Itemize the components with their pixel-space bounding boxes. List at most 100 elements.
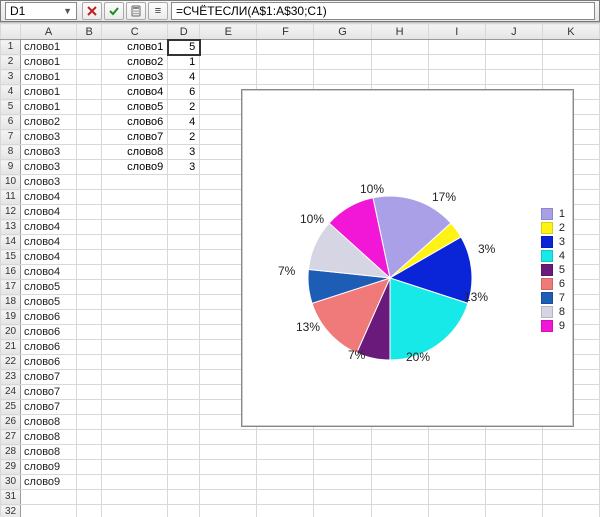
row-header[interactable]: 10: [1, 175, 21, 190]
cell-D29[interactable]: [168, 460, 200, 475]
cell-A20[interactable]: слово6: [21, 325, 77, 340]
cell-A8[interactable]: слово3: [21, 145, 77, 160]
cell-J32[interactable]: [485, 505, 542, 517]
row-header[interactable]: 21: [1, 340, 21, 355]
cell-B18[interactable]: [77, 295, 102, 310]
cell-B8[interactable]: [77, 145, 102, 160]
cell-A3[interactable]: слово1: [21, 70, 77, 85]
cell-C31[interactable]: [102, 490, 168, 505]
cell-B26[interactable]: [77, 415, 102, 430]
col-header-D[interactable]: D: [168, 24, 200, 40]
cell-I28[interactable]: [428, 445, 485, 460]
row-header[interactable]: 6: [1, 115, 21, 130]
cell-A7[interactable]: слово3: [21, 130, 77, 145]
cell-D1[interactable]: 5: [168, 40, 200, 55]
row-header[interactable]: 23: [1, 370, 21, 385]
cell-E29[interactable]: [200, 460, 257, 475]
cell-A6[interactable]: слово2: [21, 115, 77, 130]
cell-D6[interactable]: 4: [168, 115, 200, 130]
cell-I27[interactable]: [428, 430, 485, 445]
cell-B12[interactable]: [77, 205, 102, 220]
cell-H28[interactable]: [371, 445, 428, 460]
cell-F29[interactable]: [257, 460, 314, 475]
cell-I32[interactable]: [428, 505, 485, 517]
row-header[interactable]: 5: [1, 100, 21, 115]
cell-C13[interactable]: [102, 220, 168, 235]
cell-C27[interactable]: [102, 430, 168, 445]
cell-C9[interactable]: слово9: [102, 160, 168, 175]
cell-D9[interactable]: 3: [168, 160, 200, 175]
row-header[interactable]: 15: [1, 250, 21, 265]
cell-D20[interactable]: [168, 325, 200, 340]
col-header-E[interactable]: E: [200, 24, 257, 40]
cell-C21[interactable]: [102, 340, 168, 355]
cell-B6[interactable]: [77, 115, 102, 130]
cell-J3[interactable]: [485, 70, 542, 85]
cell-E28[interactable]: [200, 445, 257, 460]
row-header[interactable]: 25: [1, 400, 21, 415]
cell-C25[interactable]: [102, 400, 168, 415]
cell-C32[interactable]: [102, 505, 168, 517]
cell-D15[interactable]: [168, 250, 200, 265]
cell-I1[interactable]: [428, 40, 485, 55]
cell-C19[interactable]: [102, 310, 168, 325]
cell-C5[interactable]: слово5: [102, 100, 168, 115]
cell-J29[interactable]: [485, 460, 542, 475]
cell-B28[interactable]: [77, 445, 102, 460]
cell-C3[interactable]: слово3: [102, 70, 168, 85]
cell-A2[interactable]: слово1: [21, 55, 77, 70]
cell-I31[interactable]: [428, 490, 485, 505]
row-header[interactable]: 29: [1, 460, 21, 475]
cell-I3[interactable]: [428, 70, 485, 85]
cell-B3[interactable]: [77, 70, 102, 85]
col-header-H[interactable]: H: [371, 24, 428, 40]
cell-F1[interactable]: [257, 40, 314, 55]
cell-A27[interactable]: слово8: [21, 430, 77, 445]
pie-chart[interactable]: 123456789 17% 3% 13% 20% 7% 13% 7% 10% 1…: [241, 89, 574, 427]
cell-B5[interactable]: [77, 100, 102, 115]
formula-field[interactable]: [176, 4, 590, 18]
cell-K2[interactable]: [542, 55, 599, 70]
row-header[interactable]: 32: [1, 505, 21, 517]
cell-B31[interactable]: [77, 490, 102, 505]
cell-A16[interactable]: слово4: [21, 265, 77, 280]
row-header[interactable]: 20: [1, 325, 21, 340]
cell-F32[interactable]: [257, 505, 314, 517]
function-button[interactable]: ≡: [148, 2, 168, 20]
formula-input[interactable]: [171, 2, 595, 20]
cell-F30[interactable]: [257, 475, 314, 490]
row-header[interactable]: 30: [1, 475, 21, 490]
cell-K29[interactable]: [542, 460, 599, 475]
cell-J28[interactable]: [485, 445, 542, 460]
cell-A29[interactable]: слово9: [21, 460, 77, 475]
cell-E32[interactable]: [200, 505, 257, 517]
cell-H32[interactable]: [371, 505, 428, 517]
row-header[interactable]: 28: [1, 445, 21, 460]
cell-D31[interactable]: [168, 490, 200, 505]
cell-B27[interactable]: [77, 430, 102, 445]
cell-D26[interactable]: [168, 415, 200, 430]
cell-E2[interactable]: [200, 55, 257, 70]
cell-B21[interactable]: [77, 340, 102, 355]
cell-A24[interactable]: слово7: [21, 385, 77, 400]
cell-G3[interactable]: [314, 70, 371, 85]
cell-E1[interactable]: [200, 40, 257, 55]
cell-A26[interactable]: слово8: [21, 415, 77, 430]
cell-B7[interactable]: [77, 130, 102, 145]
cell-C20[interactable]: [102, 325, 168, 340]
cell-A18[interactable]: слово5: [21, 295, 77, 310]
cancel-button[interactable]: [82, 2, 102, 20]
row-header[interactable]: 24: [1, 385, 21, 400]
cell-K31[interactable]: [542, 490, 599, 505]
cell-E3[interactable]: [200, 70, 257, 85]
cell-D2[interactable]: 1: [168, 55, 200, 70]
row-header[interactable]: 22: [1, 355, 21, 370]
cell-F28[interactable]: [257, 445, 314, 460]
cell-K3[interactable]: [542, 70, 599, 85]
row-header[interactable]: 17: [1, 280, 21, 295]
cell-D30[interactable]: [168, 475, 200, 490]
row-header[interactable]: 27: [1, 430, 21, 445]
cell-A23[interactable]: слово7: [21, 370, 77, 385]
cell-D11[interactable]: [168, 190, 200, 205]
cell-B9[interactable]: [77, 160, 102, 175]
